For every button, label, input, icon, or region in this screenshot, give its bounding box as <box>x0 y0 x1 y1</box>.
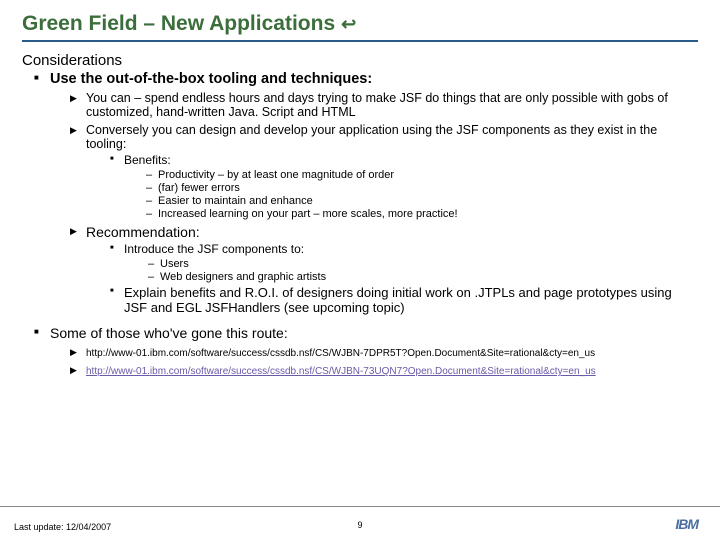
sub-conversely: Conversely you can design and develop yo… <box>70 123 698 220</box>
bullet-some-gone: Some of those who've gone this route: ht… <box>34 325 698 377</box>
url-item-2: http://www-01.ibm.com/software/success/c… <box>70 363 698 377</box>
url-item-1: http://www-01.ibm.com/software/success/c… <box>70 345 698 359</box>
last-update: Last update: 12/04/2007 <box>14 522 111 532</box>
url1-text: http://www-01.ibm.com/software/success/c… <box>86 348 595 359</box>
rec-intro-text: Introduce the JSF components to: <box>124 242 304 256</box>
rec-explain: Explain benefits and R.O.I. of designers… <box>110 285 698 315</box>
some-label-text: Some of those who've gone this route: <box>50 325 288 341</box>
benefit-item: (far) fewer errors <box>146 182 698 194</box>
return-arrow-icon: ↩ <box>341 14 356 35</box>
benefit-item: Easier to maintain and enhance <box>146 195 698 207</box>
recommendation-label: Recommendation: <box>86 224 200 240</box>
sub-conversely-text: Conversely you can design and develop yo… <box>86 123 657 151</box>
rec-item: Users <box>148 258 698 270</box>
ibm-logo: IBM <box>675 516 698 532</box>
bullet-tooling-text: Use the out-of-the-box tooling and techn… <box>50 71 372 87</box>
sub-spend-hours: You can – spend endless hours and days t… <box>70 91 698 119</box>
benefit-item: Increased learning on your part – more s… <box>146 208 698 220</box>
benefits-label: Benefits: <box>110 153 698 167</box>
slide-title: Green Field – New Applications ↩ <box>22 12 698 42</box>
rec-intro: Introduce the JSF components to: Users W… <box>110 242 698 283</box>
benefit-item: Productivity – by at least one magnitude… <box>146 169 698 181</box>
footer: Last update: 12/04/2007 9 IBM <box>0 506 720 532</box>
url2-link[interactable]: http://www-01.ibm.com/software/success/c… <box>86 366 596 377</box>
considerations-heading: Considerations <box>22 52 698 69</box>
title-text: Green Field – New Applications <box>22 12 335 36</box>
recommendation: Recommendation: Introduce the JSF compon… <box>70 224 698 315</box>
rec-item: Web designers and graphic artists <box>148 271 698 283</box>
bullet-tooling: Use the out-of-the-box tooling and techn… <box>34 71 698 315</box>
page-number: 9 <box>357 520 362 530</box>
